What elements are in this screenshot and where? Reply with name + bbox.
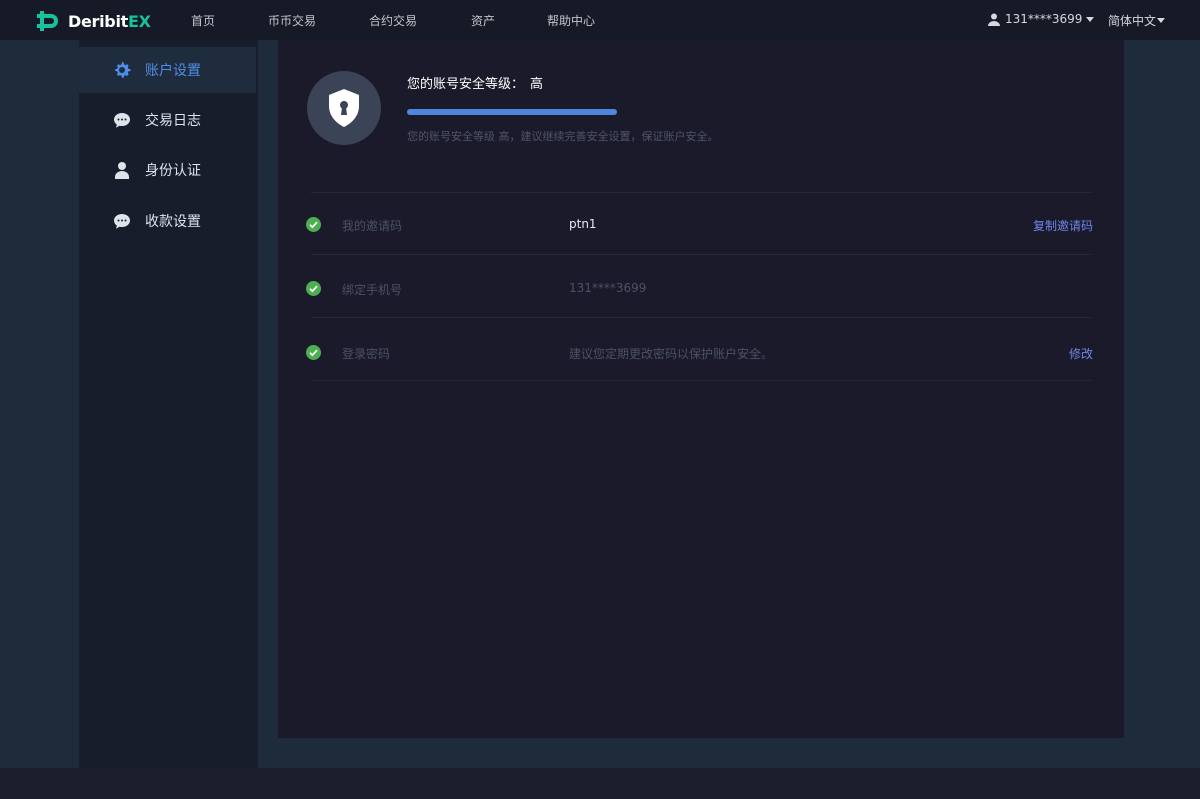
invite-code-value: ptn1: [569, 217, 597, 231]
chevron-down-icon: [1157, 18, 1166, 23]
shield-lock-icon: [329, 89, 359, 127]
sidebar-item-label: 收款设置: [145, 214, 201, 230]
chat-bubble-icon: [114, 113, 130, 128]
nav-assets[interactable]: 资产: [471, 12, 495, 29]
check-circle-icon: [306, 345, 321, 360]
language-select[interactable]: 简体中文: [1108, 12, 1166, 29]
sidebar: 账户设置 交易日志 身份认证 收款设置: [79, 40, 258, 768]
account-settings-panel: [278, 40, 1124, 738]
bound-phone-label: 绑定手机号: [342, 283, 403, 297]
login-password-hint: 建议您定期更改密码以保护账户安全。: [569, 347, 774, 361]
gear-icon: [115, 62, 131, 78]
footer: [0, 768, 1200, 799]
security-level-value: 高: [530, 77, 544, 92]
divider: [311, 317, 1091, 318]
check-circle-icon: [306, 217, 321, 232]
chevron-down-icon: [1086, 16, 1095, 22]
security-level-label: 您的账号安全等级：: [407, 77, 525, 92]
sidebar-item-payment-settings[interactable]: 收款设置: [79, 198, 256, 244]
nav-spot-trading[interactable]: 币币交易: [268, 12, 316, 29]
user-phone: 131****3699: [1005, 12, 1083, 26]
sidebar-item-identity-verification[interactable]: 身份认证: [79, 147, 256, 193]
copy-invite-code-link[interactable]: 复制邀请码: [1033, 217, 1093, 234]
sidebar-item-label: 交易日志: [145, 113, 201, 129]
user-icon: [988, 13, 1000, 26]
security-level-title: 您的账号安全等级： 高: [407, 73, 543, 92]
top-navbar: DeribitEX 首页 币币交易 合约交易 资产 帮助中心 131****36…: [0, 0, 1200, 40]
check-circle-icon: [306, 281, 321, 296]
logo[interactable]: DeribitEX: [36, 9, 151, 33]
login-password-label: 登录密码: [342, 347, 391, 361]
sidebar-item-trade-log[interactable]: 交易日志: [79, 97, 256, 143]
language-label: 简体中文: [1108, 14, 1157, 28]
chat-bubble-icon: [114, 214, 130, 229]
user-menu[interactable]: 131****3699: [988, 12, 1095, 26]
brand-name: DeribitEX: [68, 11, 151, 31]
security-note: 您的账号安全等级 高，建议继续完善安全设置，保证账户安全。: [407, 130, 719, 143]
person-icon: [115, 162, 129, 179]
sidebar-item-account-settings[interactable]: 账户设置: [79, 47, 256, 93]
divider: [311, 192, 1091, 193]
divider: [311, 254, 1091, 255]
nav-home[interactable]: 首页: [191, 12, 215, 29]
sidebar-item-label: 身份认证: [145, 163, 201, 179]
security-progress-fill: [407, 109, 617, 115]
invite-code-label: 我的邀请码: [342, 219, 403, 233]
change-password-link[interactable]: 修改: [1069, 345, 1093, 362]
nav-futures-trading[interactable]: 合约交易: [369, 12, 417, 29]
security-badge: [307, 71, 381, 145]
security-progress-bar: [407, 109, 617, 115]
nav-help-center[interactable]: 帮助中心: [547, 12, 595, 29]
divider: [311, 380, 1091, 381]
deribit-logo-icon: [37, 11, 58, 31]
sidebar-item-label: 账户设置: [145, 63, 201, 79]
bound-phone-value: 131****3699: [569, 281, 647, 295]
